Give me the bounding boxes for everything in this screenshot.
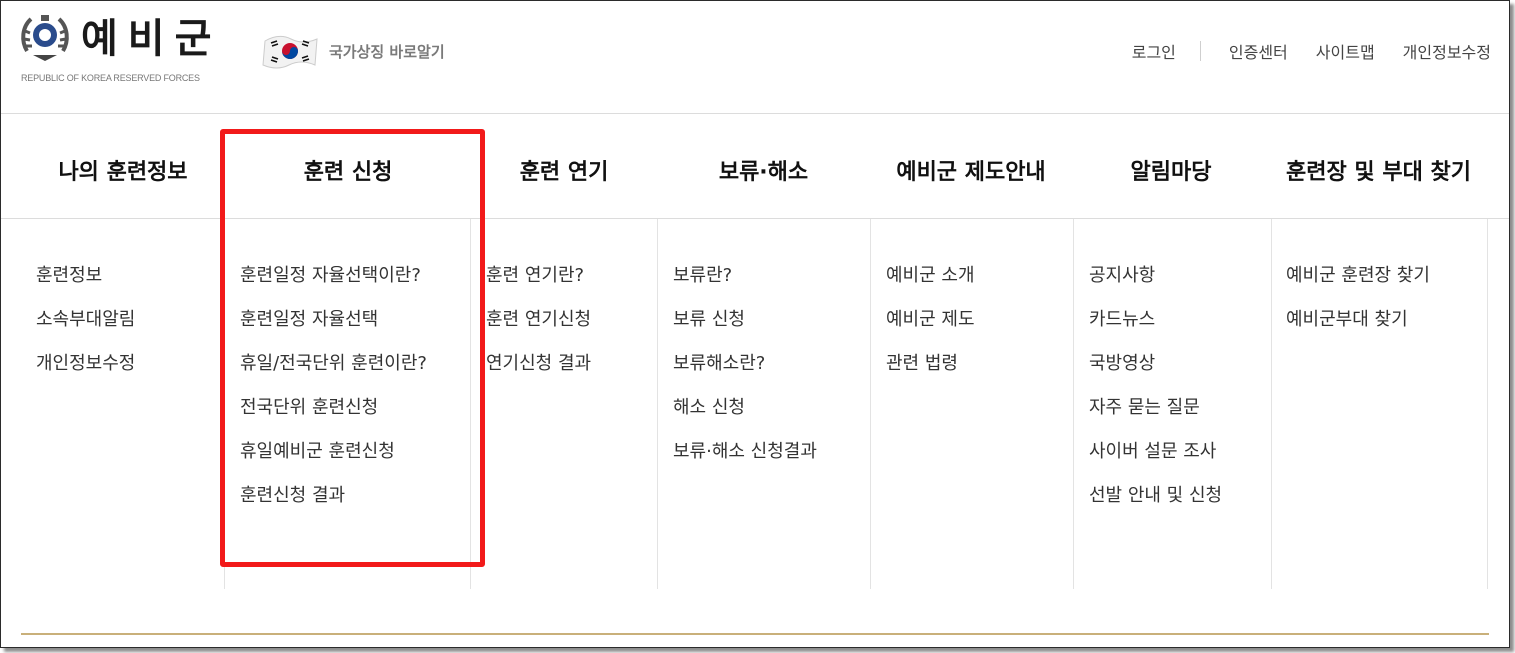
submenu-training-postponement: 훈련 연기란? 훈련 연기신청 연기신청 결과 [470, 219, 658, 589]
submenu-link[interactable]: 연기신청 결과 [486, 349, 591, 375]
submenu-link[interactable]: 보류·해소 신청결과 [673, 437, 817, 463]
site-logo[interactable]: 예비군 REPUBLIC OF KOREA RESERVED FORCES [19, 11, 234, 91]
reserve-forces-emblem-icon [21, 15, 69, 61]
submenu-link[interactable]: 보류해소란? [673, 349, 765, 375]
submenu-system-guide: 예비군 소개 예비군 제도 관련 법령 [870, 219, 1074, 589]
submenu-link[interactable]: 예비군 소개 [886, 261, 975, 287]
submenu-link[interactable]: 국방영상 [1089, 349, 1155, 375]
submenu-link[interactable]: 보류란? [673, 261, 732, 287]
national-symbol-link[interactable]: 국가상징 바로알기 [261, 31, 445, 71]
edit-profile-link[interactable]: 개인정보수정 [1389, 39, 1491, 63]
submenu-my-training: 훈련정보 소속부대알림 개인정보수정 [21, 219, 225, 589]
submenu-link[interactable]: 휴일/전국단위 훈련이란? [240, 349, 427, 375]
submenu-link[interactable]: 선발 안내 및 신청 [1089, 481, 1222, 507]
login-link[interactable]: 로그인 [1118, 39, 1190, 63]
nav-training-postponement[interactable]: 훈련 연기 [479, 114, 649, 218]
submenu-link[interactable]: 예비군 훈련장 찾기 [1286, 261, 1430, 287]
nav-hold-release[interactable]: 보류·해소 [671, 114, 856, 218]
korean-flag-icon [262, 35, 318, 69]
symbol-link-label: 국가상징 바로알기 [329, 42, 445, 61]
submenu-notice-board: 공지사항 카드뉴스 국방영상 자주 묻는 질문 사이버 설문 조사 선발 안내 … [1073, 219, 1272, 589]
nav-training-application[interactable]: 훈련 신청 [223, 114, 473, 218]
logo-subtitle: REPUBLIC OF KOREA RESERVED FORCES [21, 73, 200, 83]
submenu-find-training-site: 예비군 훈련장 찾기 예비군부대 찾기 [1271, 219, 1488, 589]
submenu-link[interactable]: 관련 법령 [886, 349, 958, 375]
browser-viewport: 예비군 REPUBLIC OF KOREA RESERVED FORCES 국가… [0, 0, 1510, 648]
submenu-link[interactable]: 공지사항 [1089, 261, 1155, 287]
submenu-link[interactable]: 예비군 제도 [886, 305, 975, 331]
nav-system-guide[interactable]: 예비군 제도안내 [871, 114, 1071, 218]
submenu-link[interactable]: 훈련정보 [36, 261, 102, 287]
mega-menu: 훈련정보 소속부대알림 개인정보수정 훈련일정 자율선택이란? 훈련일정 자율선… [21, 219, 1489, 635]
submenu-link[interactable]: 훈련일정 자율선택 [240, 305, 378, 331]
submenu-training-application: 훈련일정 자율선택이란? 훈련일정 자율선택 휴일/전국단위 훈련이란? 전국단… [224, 219, 471, 589]
nav-find-training-site[interactable]: 훈련장 및 부대 찾기 [1271, 114, 1486, 218]
nav-notice-board[interactable]: 알림마당 [1096, 114, 1246, 218]
submenu-link[interactable]: 예비군부대 찾기 [1286, 305, 1408, 331]
nav-my-training[interactable]: 나의 훈련정보 [41, 114, 205, 218]
util-divider [1199, 41, 1201, 61]
submenu-link[interactable]: 사이버 설문 조사 [1089, 437, 1216, 463]
utility-nav: 로그인 인증센터 사이트맵 개인정보수정 [1118, 39, 1491, 63]
submenu-link[interactable]: 휴일예비군 훈련신청 [240, 437, 395, 463]
submenu-link[interactable]: 전국단위 훈련신청 [240, 393, 378, 419]
site-header: 예비군 REPUBLIC OF KOREA RESERVED FORCES 국가… [1, 1, 1509, 114]
certification-center-link[interactable]: 인증센터 [1215, 39, 1302, 63]
submenu-link[interactable]: 훈련 연기란? [486, 261, 584, 287]
submenu-link[interactable]: 자주 묻는 질문 [1089, 393, 1200, 419]
logo-text: 예비군 [81, 16, 222, 62]
submenu-link[interactable]: 개인정보수정 [36, 349, 135, 375]
submenu-link[interactable]: 훈련일정 자율선택이란? [240, 261, 421, 287]
submenu-link[interactable]: 훈련 연기신청 [486, 305, 591, 331]
submenu-link[interactable]: 소속부대알림 [36, 305, 135, 331]
sitemap-link[interactable]: 사이트맵 [1302, 39, 1389, 63]
main-nav: 나의 훈련정보 훈련 신청 훈련 연기 보류·해소 예비군 제도안내 알림마당 … [1, 114, 1509, 219]
submenu-link[interactable]: 훈련신청 결과 [240, 481, 345, 507]
submenu-link[interactable]: 카드뉴스 [1089, 305, 1155, 331]
submenu-link[interactable]: 보류 신청 [673, 305, 745, 331]
submenu-hold-release: 보류란? 보류 신청 보류해소란? 해소 신청 보류·해소 신청결과 [657, 219, 871, 589]
submenu-link[interactable]: 해소 신청 [673, 393, 745, 419]
